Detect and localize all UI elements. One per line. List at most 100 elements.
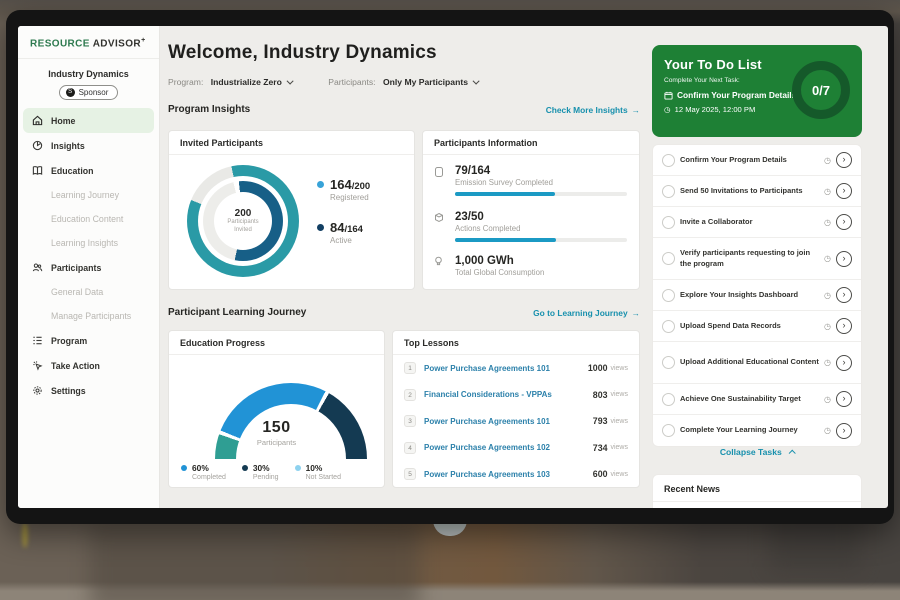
task-checkbox[interactable] xyxy=(662,185,675,198)
clock-icon: ◷ xyxy=(824,358,831,367)
task-label: Upload Additional Educational Content xyxy=(680,353,819,371)
logo-resource: RESOURCE xyxy=(30,38,90,49)
card-title: Invited Participants xyxy=(169,131,414,155)
sidebar-menu: Home Insights Education Learning Journey… xyxy=(18,108,159,403)
sidebar-item-label: Settings xyxy=(51,386,86,396)
lesson-views: 793 xyxy=(593,416,608,426)
chevron-right-button[interactable]: › xyxy=(836,318,852,334)
box-icon xyxy=(434,212,444,225)
lesson-row: 1 Power Purchase Agreements 101 1000 vie… xyxy=(393,355,639,382)
lesson-link[interactable]: Financial Considerations - VPPAs xyxy=(424,390,593,399)
legend-dot xyxy=(317,181,324,188)
card-title: Education Progress xyxy=(169,331,384,355)
sidebar-item-general-data[interactable]: General Data xyxy=(18,280,159,304)
task-row[interactable]: Explore Your Insights Dashboard ◷ › xyxy=(653,280,861,311)
task-checkbox[interactable] xyxy=(662,320,675,333)
section-title: Participant Learning Journey xyxy=(168,307,306,318)
progress-bar xyxy=(455,238,627,242)
task-label: Upload Spend Data Records xyxy=(680,317,819,335)
clock-icon: ◷ xyxy=(824,291,831,300)
task-checkbox[interactable] xyxy=(662,356,675,369)
program-label: Program: xyxy=(168,77,203,87)
sidebar-item-insights[interactable]: Insights xyxy=(18,133,159,158)
participants-select[interactable]: Participants: Only My Participants xyxy=(328,77,480,87)
lesson-rank: 5 xyxy=(404,468,416,480)
chevron-right-button[interactable]: › xyxy=(836,391,852,407)
sidebar-item-label: Manage Participants xyxy=(51,311,131,321)
gauge-legend: 60%Completed 30%Pending 10%Not Started xyxy=(181,463,378,481)
legend-dot xyxy=(295,465,301,471)
task-row[interactable]: Upload Additional Educational Content ◷ … xyxy=(653,342,861,384)
chevron-right-button[interactable]: › xyxy=(836,355,852,371)
todo-progress-value: 0/7 xyxy=(812,83,830,98)
go-to-learning-journey-link[interactable]: Go to Learning Journey→ xyxy=(533,308,640,318)
lesson-link[interactable]: Power Purchase Agreements 102 xyxy=(424,443,593,452)
chevron-right-button[interactable]: › xyxy=(836,214,852,230)
task-row[interactable]: Achieve One Sustainability Target ◷ › xyxy=(653,384,861,415)
chevron-right-button[interactable]: › xyxy=(836,287,852,303)
sidebar-item-learning-journey[interactable]: Learning Journey xyxy=(18,183,159,207)
legend-item-completed: 60%Completed xyxy=(181,463,226,481)
stat-emission-survey: 79/164 Emission Survey Completed xyxy=(423,165,639,196)
lesson-link[interactable]: Power Purchase Agreements 101 xyxy=(424,364,588,373)
learning-journey-header: Participant Learning Journey Go to Learn… xyxy=(168,307,640,318)
arrow-right-icon: → xyxy=(632,308,640,318)
task-checkbox[interactable] xyxy=(662,424,675,437)
task-checkbox[interactable] xyxy=(662,252,675,265)
chevron-right-button[interactable]: › xyxy=(836,251,852,267)
participants-information-card: Participants Information 79/164 Emission… xyxy=(422,130,640,290)
sidebar-item-education[interactable]: Education xyxy=(18,158,159,183)
legend-dot xyxy=(242,465,248,471)
todo-summary-panel: Your To Do List Complete Your Next Task:… xyxy=(652,45,862,137)
task-row[interactable]: Complete Your Learning Journey ◷ › xyxy=(653,415,861,446)
legend-item-active: 84/164 Active xyxy=(317,220,370,245)
check-more-insights-link[interactable]: Check More Insights→ xyxy=(546,105,640,115)
lesson-rank: 2 xyxy=(404,389,416,401)
task-row[interactable]: Upload Spend Data Records ◷ › xyxy=(653,311,861,342)
task-label: Complete Your Learning Journey xyxy=(680,421,819,439)
task-checkbox[interactable] xyxy=(662,216,675,229)
task-row[interactable]: Invite a Collaborator ◷ › xyxy=(653,207,861,238)
lesson-link[interactable]: Power Purchase Agreements 103 xyxy=(424,470,593,479)
clock-icon: ◷ xyxy=(824,218,831,227)
card-title: Participants Information xyxy=(423,131,639,155)
sponsor-badge[interactable]: S Sponsor xyxy=(59,85,119,100)
sidebar-item-manage-participants[interactable]: Manage Participants xyxy=(18,304,159,328)
task-checkbox[interactable] xyxy=(662,289,675,302)
chevron-right-button[interactable]: › xyxy=(836,152,852,168)
task-row[interactable]: Verify participants requesting to join t… xyxy=(653,238,861,280)
sidebar-item-program[interactable]: Program xyxy=(18,328,159,353)
task-row[interactable]: Confirm Your Program Details ◷ › xyxy=(653,145,861,176)
legend-item-not-started: 10%Not Started xyxy=(295,463,341,481)
task-checkbox[interactable] xyxy=(662,154,675,167)
task-checkbox[interactable] xyxy=(662,393,675,406)
sidebar: RESOURCE ADVISOR+ Industry Dynamics S Sp… xyxy=(18,26,160,508)
task-label: Invite a Collaborator xyxy=(680,213,819,231)
clock-icon: ◷ xyxy=(664,105,671,114)
cursor-click-icon xyxy=(32,360,43,371)
logo-plus: + xyxy=(141,37,146,44)
sidebar-item-settings[interactable]: Settings xyxy=(18,378,159,403)
chevron-right-button[interactable]: › xyxy=(836,183,852,199)
collapse-tasks-link[interactable]: Collapse Tasks xyxy=(652,447,862,457)
gauge-center-value: 150 xyxy=(169,419,384,437)
stat-actions-completed: 23/50 Actions Completed xyxy=(423,211,639,242)
lesson-row: 5 Power Purchase Agreements 103 600 view… xyxy=(393,461,639,488)
chevron-up-icon xyxy=(789,450,796,457)
sidebar-item-education-content[interactable]: Education Content xyxy=(18,207,159,231)
clock-icon: ◷ xyxy=(824,395,831,404)
calendar-icon xyxy=(664,91,673,100)
sidebar-item-learning-insights[interactable]: Learning Insights xyxy=(18,231,159,255)
sidebar-item-home[interactable]: Home xyxy=(23,108,154,133)
insights-icon xyxy=(32,140,43,151)
filter-bar: Program: Industrialize Zero Participants… xyxy=(168,77,480,87)
task-row[interactable]: Send 50 Invitations to Participants ◷ › xyxy=(653,176,861,207)
lesson-views: 1000 xyxy=(588,363,608,373)
chevron-right-button[interactable]: › xyxy=(836,423,852,439)
sidebar-item-participants[interactable]: Participants xyxy=(18,255,159,280)
lesson-link[interactable]: Power Purchase Agreements 101 xyxy=(424,417,593,426)
sidebar-item-take-action[interactable]: Take Action xyxy=(18,353,159,378)
program-value: Industrialize Zero xyxy=(211,77,282,87)
program-select[interactable]: Program: Industrialize Zero xyxy=(168,77,294,87)
invited-participants-card: Invited Participants 200 Participants In… xyxy=(168,130,415,290)
